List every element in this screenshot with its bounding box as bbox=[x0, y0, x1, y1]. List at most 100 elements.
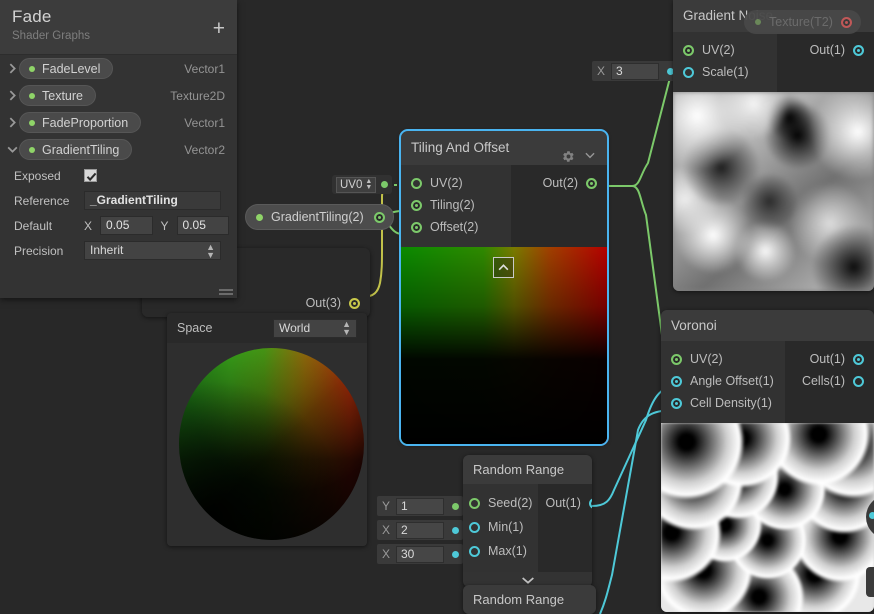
node-title-bar[interactable]: Random Range bbox=[463, 455, 592, 484]
input-port-dot[interactable] bbox=[469, 497, 480, 509]
seed-value[interactable]: 1 bbox=[396, 497, 444, 515]
node-gradient-noise[interactable]: Gradient Noise UV(2) Scale(1) Out(1) bbox=[673, 0, 874, 291]
input-port-dot[interactable] bbox=[469, 521, 480, 533]
node-title-bar[interactable]: Tiling And Offset bbox=[401, 131, 607, 165]
port-row-uv[interactable]: UV(2) bbox=[401, 172, 511, 194]
node-random-range-1[interactable]: Random Range Seed(2) Min(1) Max(1) Out(1… bbox=[463, 455, 592, 587]
input-port-dot[interactable] bbox=[683, 66, 694, 78]
port-row-out[interactable]: Out(1) bbox=[777, 39, 874, 61]
output-port-dot[interactable] bbox=[840, 16, 852, 28]
min-input-field[interactable]: X 2 bbox=[377, 520, 463, 540]
scale-input-field[interactable]: X 3 bbox=[592, 61, 678, 81]
output-port-dot[interactable] bbox=[586, 177, 597, 189]
input-port-dot[interactable] bbox=[469, 545, 480, 557]
uv0-output-dot[interactable] bbox=[381, 181, 389, 188]
blackboard-panel[interactable]: Fade Shader Graphs + FadeLevel Vector1 T… bbox=[0, 0, 237, 298]
node-title: Tiling And Offset bbox=[411, 140, 510, 155]
port-row-uv[interactable]: UV(2) bbox=[673, 39, 777, 61]
chevron-down-icon[interactable] bbox=[6, 143, 19, 156]
node-tiling-and-offset[interactable]: Tiling And Offset UV(2) Tiling(2) Offset… bbox=[399, 129, 609, 446]
property-pill[interactable]: FadeLevel bbox=[19, 58, 114, 79]
output-port-dot[interactable] bbox=[853, 375, 864, 387]
node-space-preview[interactable]: Space World ▲ ▼ bbox=[167, 313, 367, 546]
expand-preview-button[interactable] bbox=[493, 257, 514, 278]
axis-label: X bbox=[596, 64, 605, 78]
port-row-offset[interactable]: Offset(2) bbox=[401, 216, 511, 238]
exposed-field[interactable]: Exposed bbox=[0, 163, 237, 188]
default-field[interactable]: Default X 0.05 Y 0.05 bbox=[0, 213, 237, 238]
property-row-fadeproportion[interactable]: FadeProportion Vector1 bbox=[0, 109, 237, 136]
scale-value[interactable]: 3 bbox=[611, 62, 659, 80]
uv0-dropdown[interactable]: UV0 ▲ ▼ bbox=[336, 176, 377, 193]
input-port-dot[interactable] bbox=[671, 353, 682, 365]
output-port-dot[interactable] bbox=[349, 297, 360, 309]
output-port-dot[interactable] bbox=[452, 502, 459, 510]
port-row-scale[interactable]: Scale(1) bbox=[673, 61, 777, 83]
input-port-dot[interactable] bbox=[411, 199, 422, 211]
input-port-dot[interactable] bbox=[683, 44, 694, 56]
input-port-dot[interactable] bbox=[671, 397, 682, 409]
chevron-down-icon[interactable] bbox=[583, 141, 597, 159]
chevron-right-icon[interactable] bbox=[6, 89, 19, 102]
gear-icon[interactable] bbox=[562, 142, 575, 162]
offscreen-node-port-dot[interactable] bbox=[869, 512, 874, 519]
space-dropdown[interactable]: World ▲ ▼ bbox=[273, 318, 357, 338]
property-pill[interactable]: GradientTiling bbox=[19, 139, 133, 160]
output-port-dot[interactable] bbox=[452, 526, 459, 534]
property-pill[interactable]: FadeProportion bbox=[19, 112, 142, 133]
chevron-right-icon[interactable] bbox=[6, 62, 19, 75]
partial-node-out-label: Out(3) bbox=[305, 296, 341, 310]
max-input-field[interactable]: X 30 bbox=[377, 544, 463, 564]
node-gradient-tiling-property[interactable]: GradientTiling(2) bbox=[245, 204, 394, 230]
node-partial-offscreen-right-2[interactable] bbox=[866, 567, 874, 597]
port-row-cell-density[interactable]: Cell Density(1) bbox=[661, 392, 785, 414]
output-port-dot[interactable] bbox=[588, 497, 592, 509]
property-pill[interactable]: Texture bbox=[19, 85, 96, 106]
output-port-dot[interactable] bbox=[853, 44, 864, 56]
port-row-tiling[interactable]: Tiling(2) bbox=[401, 194, 511, 216]
port-row-max[interactable]: Max(1) bbox=[463, 539, 538, 563]
axis-label: Y bbox=[381, 499, 390, 513]
port-row-min[interactable]: Min(1) bbox=[463, 515, 538, 539]
output-port-dot[interactable] bbox=[853, 353, 864, 365]
node-random-range-2[interactable]: Random Range bbox=[463, 585, 596, 614]
default-x-input[interactable]: 0.05 bbox=[100, 216, 153, 235]
port-row-out[interactable]: Out(1) bbox=[785, 348, 874, 370]
port-row-out[interactable]: Out(1) bbox=[538, 491, 592, 515]
output-port-dot[interactable] bbox=[373, 211, 385, 223]
port-row-angle-offset[interactable]: Angle Offset(1) bbox=[661, 370, 785, 392]
port-label: Max(1) bbox=[488, 544, 527, 558]
input-port-dot[interactable] bbox=[671, 375, 682, 387]
min-value[interactable]: 2 bbox=[396, 521, 444, 539]
port-row-seed[interactable]: Seed(2) bbox=[463, 491, 538, 515]
property-row-gradienttiling[interactable]: GradientTiling Vector2 bbox=[0, 136, 237, 163]
shader-graph-canvas[interactable]: Out(3) Space World ▲ ▼ UV0 ▲ ▼ GradientT… bbox=[0, 0, 874, 614]
space-row[interactable]: Space World ▲ ▼ bbox=[167, 313, 367, 343]
reference-input[interactable]: _GradientTiling bbox=[84, 191, 221, 210]
property-name: FadeProportion bbox=[42, 115, 129, 130]
seed-input-field[interactable]: Y 1 bbox=[377, 496, 463, 516]
reference-field[interactable]: Reference _GradientTiling bbox=[0, 188, 237, 213]
input-port-dot[interactable] bbox=[411, 177, 422, 189]
port-row-out[interactable]: Out(2) bbox=[511, 172, 607, 194]
resize-grip[interactable] bbox=[219, 289, 233, 295]
default-y-input[interactable]: 0.05 bbox=[176, 216, 229, 235]
property-row-texture[interactable]: Texture Texture2D bbox=[0, 82, 237, 109]
exposed-checkbox[interactable] bbox=[84, 169, 97, 182]
max-value[interactable]: 30 bbox=[396, 545, 444, 563]
property-row-fadelevel[interactable]: FadeLevel Vector1 bbox=[0, 55, 237, 82]
node-title: Voronoi bbox=[671, 318, 717, 333]
node-title-bar[interactable]: Voronoi bbox=[661, 310, 874, 341]
output-port-dot[interactable] bbox=[452, 550, 459, 558]
port-row-cells[interactable]: Cells(1) bbox=[785, 370, 874, 392]
port-row-uv[interactable]: UV(2) bbox=[661, 348, 785, 370]
uv0-channel-chip[interactable]: UV0 ▲ ▼ bbox=[332, 175, 393, 194]
precision-field[interactable]: Precision Inherit ▲ ▼ bbox=[0, 238, 237, 263]
node-title-bar[interactable]: Random Range bbox=[463, 585, 596, 614]
node-texture-ghost[interactable]: Texture(T2) bbox=[744, 10, 861, 34]
chevron-right-icon[interactable] bbox=[6, 116, 19, 129]
node-voronoi[interactable]: Voronoi UV(2) Angle Offset(1) Cell Densi… bbox=[661, 310, 874, 612]
precision-dropdown[interactable]: Inherit ▲ ▼ bbox=[84, 241, 221, 260]
add-property-button[interactable]: + bbox=[213, 18, 225, 39]
input-port-dot[interactable] bbox=[411, 221, 422, 233]
